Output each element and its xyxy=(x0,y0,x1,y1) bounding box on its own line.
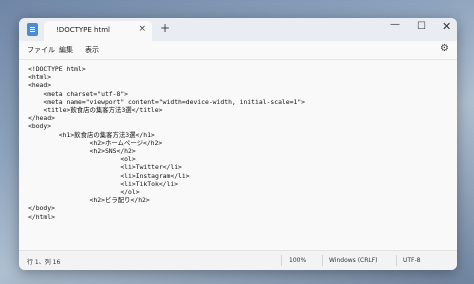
notepad-app-icon xyxy=(27,23,38,36)
status-divider xyxy=(322,255,323,266)
code-line: <h2>ビラ配り</h2> xyxy=(28,196,150,205)
code-line: </body> xyxy=(28,204,55,213)
code-line: <html> xyxy=(28,73,52,82)
encoding: UTF-8 xyxy=(403,257,421,264)
code-line: <h2>SNS</h2> xyxy=(28,147,136,156)
code-line: </html> xyxy=(28,212,55,221)
code-line: <head> xyxy=(28,81,52,90)
code-line: <ol> xyxy=(28,155,136,164)
code-line: </ol> xyxy=(28,188,140,197)
code-line: <li>TikTok</li> xyxy=(28,179,179,188)
code-line: <li>Instagram</li> xyxy=(28,171,190,180)
gear-icon[interactable]: ⚙ xyxy=(440,43,449,54)
code-line: <li>Twitter</li> xyxy=(28,163,182,172)
code-line: <!DOCTYPE html> xyxy=(28,65,86,73)
status-divider xyxy=(281,255,282,266)
code-line: <body> xyxy=(28,122,52,131)
tab-active-document[interactable]: !DOCTYPE html × xyxy=(44,21,152,41)
text-editor[interactable]: <!DOCTYPE html> <html> <head> <meta char… xyxy=(19,59,457,252)
code-line: <meta name="viewport" content="width=dev… xyxy=(28,97,306,106)
code-line: </head> xyxy=(28,114,55,123)
tab-title: !DOCTYPE html xyxy=(56,26,110,34)
notepad-window: !DOCTYPE html × + — ☐ ✕ ファイル 編集 表示 ⚙ <!D… xyxy=(19,18,457,270)
menu-view[interactable]: 表示 xyxy=(85,45,99,55)
code-line: <h2>ホームページ</h2> xyxy=(28,138,163,147)
code-line: <title>飲食店の集客方法3選</title> xyxy=(28,106,163,115)
minimize-button[interactable]: — xyxy=(390,19,400,30)
tab-close-icon[interactable]: × xyxy=(138,24,146,34)
close-button[interactable]: ✕ xyxy=(442,20,451,33)
new-tab-plus-icon[interactable]: + xyxy=(160,21,170,35)
line-ending: Windows (CRLF) xyxy=(329,257,378,264)
code-line: <h1>飲食店の集客方法3選</h1> xyxy=(28,130,155,139)
cursor-position: 行 1、列 16 xyxy=(27,259,61,266)
menu-file[interactable]: ファイル xyxy=(27,45,55,55)
code-line: <meta charset="utf-8"> xyxy=(28,89,129,98)
status-bar: 行 1、列 16 100% Windows (CRLF) UTF-8 xyxy=(19,250,457,270)
editor-content[interactable]: <!DOCTYPE html> <html> <head> <meta char… xyxy=(28,65,305,221)
zoom-level: 100% xyxy=(289,257,307,264)
status-divider xyxy=(396,255,397,266)
title-bar: !DOCTYPE html × + — ☐ ✕ xyxy=(19,18,457,41)
menu-edit[interactable]: 編集 xyxy=(59,45,73,55)
maximize-button[interactable]: ☐ xyxy=(417,21,426,32)
menu-bar: ファイル 編集 表示 ⚙ xyxy=(19,41,457,59)
